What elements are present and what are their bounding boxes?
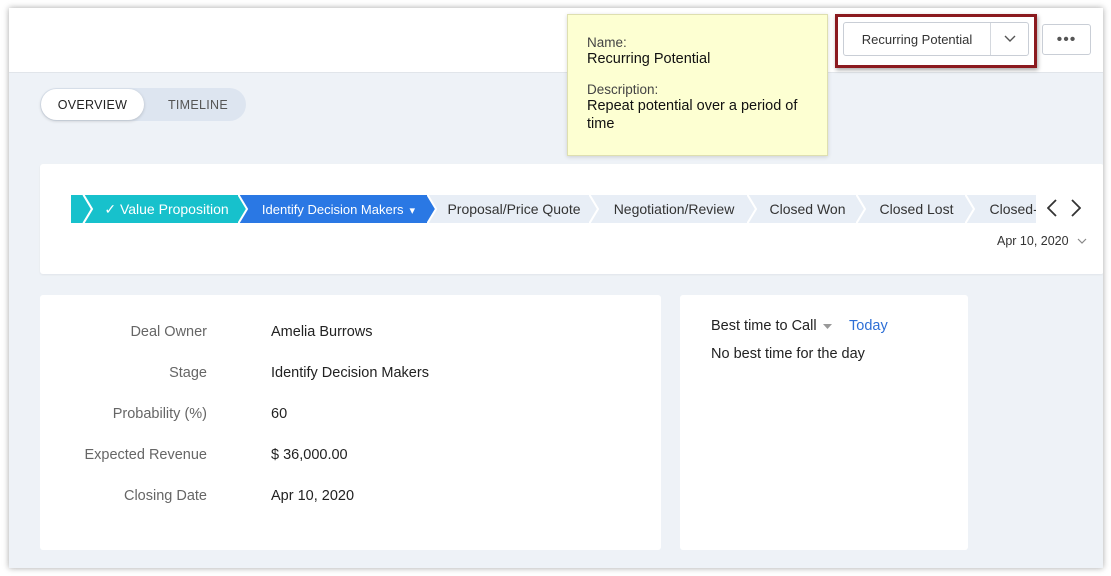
field-value[interactable]: Amelia Burrows xyxy=(271,324,373,340)
stage-proposal-price-quote[interactable]: Proposal/Price Quote xyxy=(427,194,601,224)
field-deal-owner: Deal Owner Amelia Burrows xyxy=(40,324,640,344)
best-time-dropdown[interactable]: Best time to Call xyxy=(711,318,832,334)
app-window: Recurring Potential ••• OVERVIEW TIMELIN… xyxy=(9,8,1103,568)
best-time-card: Best time to Call Today No best time for… xyxy=(680,295,968,550)
tooltip-description-key: Description: xyxy=(587,82,659,97)
field-label: Stage xyxy=(169,365,207,381)
field-label: Expected Revenue xyxy=(84,447,207,463)
caret-down-icon: ▾ xyxy=(409,204,416,217)
stage-nav xyxy=(1045,196,1083,220)
tooltip-name-key: Name: xyxy=(587,35,627,50)
field-probability: Probability (%) 60 xyxy=(40,406,640,426)
tab-overview[interactable]: OVERVIEW xyxy=(41,89,144,120)
field-value[interactable]: 60 xyxy=(271,406,287,422)
tooltip: Name: Recurring Potential Description: R… xyxy=(567,14,828,156)
field-closing-date: Closing Date Apr 10, 2020 xyxy=(40,488,640,508)
stage-closed-lost[interactable]: Closed Lost xyxy=(856,194,977,224)
chevron-down-icon xyxy=(1077,238,1087,244)
stage-label: ✓ Value Proposition xyxy=(94,201,228,218)
tooltip-description-value: Repeat potential over a period of time xyxy=(587,98,798,132)
field-value[interactable]: Identify Decision Makers xyxy=(271,365,429,381)
stage-text: Closed-L xyxy=(989,201,1036,217)
tab-timeline[interactable]: TIMELINE xyxy=(150,88,246,121)
stage-label: Closed Won xyxy=(759,201,845,217)
stage-value-proposition[interactable]: ✓ Value Proposition xyxy=(83,194,250,224)
stage-label: Identify Decision Makers ▾ xyxy=(252,202,415,217)
more-options-button[interactable]: ••• xyxy=(1042,24,1091,55)
stage-text: Proposal/Price Quote xyxy=(447,201,581,217)
stage-identify-decision-makers[interactable]: Identify Decision Makers ▾ xyxy=(238,194,439,224)
field-label: Closing Date xyxy=(123,488,207,504)
stage-date-dropdown[interactable]: Apr 10, 2020 xyxy=(997,234,1087,248)
stage-pipeline-card: ✓ Value Proposition Identify Decision Mak… xyxy=(40,164,1103,274)
view-tabs: OVERVIEW TIMELINE xyxy=(40,88,246,121)
best-time-empty: No best time for the day xyxy=(711,346,865,362)
best-time-label: Best time to Call xyxy=(711,318,817,334)
stage-pipeline: ✓ Value Proposition Identify Decision Mak… xyxy=(71,194,1036,224)
stage-label: Proposal/Price Quote xyxy=(437,201,580,217)
stage-label: Closed Lost xyxy=(870,201,954,217)
stage-label: Negotiation/Review xyxy=(604,201,735,217)
field-stage: Stage Identify Decision Makers xyxy=(40,365,640,385)
stage-label: Closed-L xyxy=(979,201,1036,217)
chevron-right-icon[interactable] xyxy=(1069,196,1083,220)
field-value[interactable]: Apr 10, 2020 xyxy=(271,488,354,504)
stage-text: Negotiation/Review xyxy=(613,201,735,217)
stage-previous[interactable] xyxy=(71,194,93,224)
chevron-down-icon xyxy=(990,23,1028,55)
stage-text: Identify Decision Makers xyxy=(261,201,404,217)
caret-down-icon xyxy=(822,323,832,329)
layout-picker-label: Recurring Potential xyxy=(861,31,973,47)
deal-details-card: Deal Owner Amelia Burrows Stage Identify… xyxy=(40,295,661,550)
field-expected-revenue: Expected Revenue $ 36,000.00 xyxy=(40,447,640,467)
check-icon: ✓ xyxy=(104,200,120,217)
stage-closed-lost-2[interactable]: Closed-L xyxy=(965,194,1036,224)
tooltip-name-value: Recurring Potential xyxy=(587,51,711,67)
stage-text: Closed Lost xyxy=(879,201,954,217)
today-link[interactable]: Today xyxy=(849,318,888,334)
stage-text: Value Proposition xyxy=(119,200,229,217)
chevron-left-icon[interactable] xyxy=(1045,196,1059,220)
field-value[interactable]: $ 36,000.00 xyxy=(271,447,348,463)
stage-closed-won[interactable]: Closed Won xyxy=(747,194,868,224)
stage-negotiation-review[interactable]: Negotiation/Review xyxy=(589,194,759,224)
field-label: Probability (%) xyxy=(112,406,207,422)
stage-date: Apr 10, 2020 xyxy=(997,234,1069,248)
field-label: Deal Owner xyxy=(130,324,207,340)
stage-text: Closed Won xyxy=(769,201,846,217)
layout-picker-dropdown[interactable]: Recurring Potential xyxy=(843,22,1029,56)
